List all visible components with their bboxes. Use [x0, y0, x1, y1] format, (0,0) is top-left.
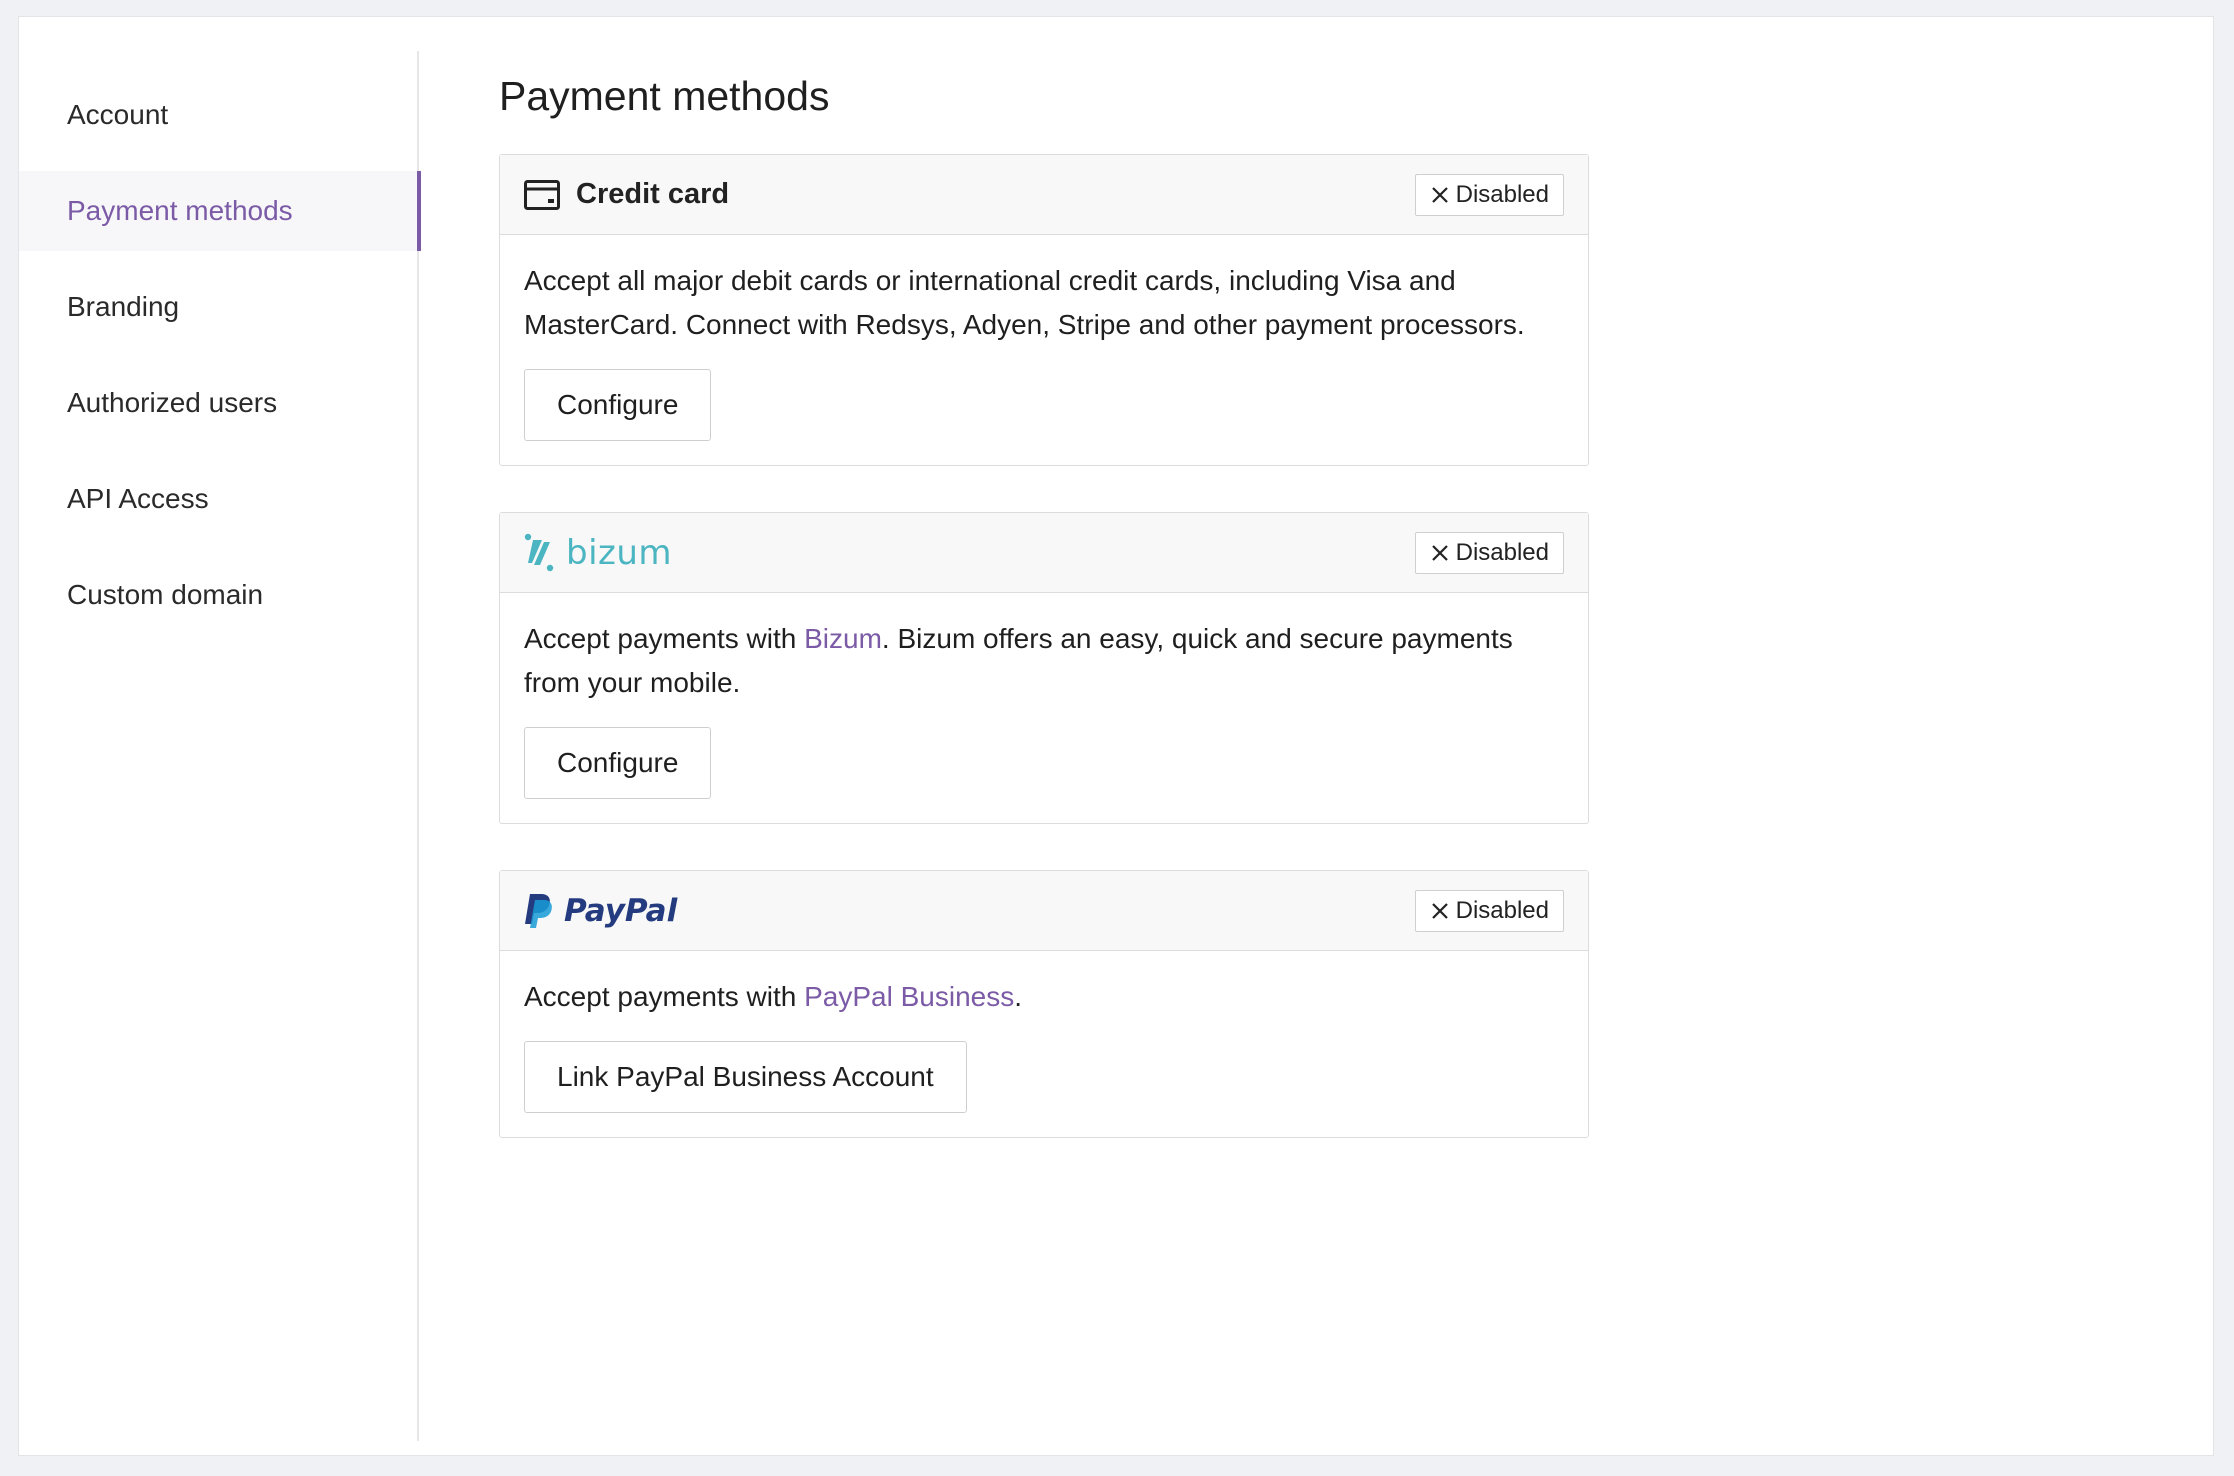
paypal-business-link[interactable]: PayPal Business — [804, 981, 1014, 1012]
bizum-card: bizum Disabled Accept payments with Bizu… — [499, 512, 1589, 824]
sidebar-item-api-access[interactable]: API Access — [19, 459, 419, 539]
sidebar-item-payment-methods[interactable]: Payment methods — [19, 171, 421, 251]
sidebar-nav: Account Payment methods Branding Authori… — [19, 51, 421, 1441]
card-description: Accept payments with Bizum. Bizum offers… — [524, 617, 1564, 705]
status-text: Disabled — [1455, 539, 1549, 566]
bizum-link[interactable]: Bizum — [804, 623, 882, 654]
sidebar-item-label: Account — [67, 99, 169, 130]
card-title: Credit card — [524, 155, 729, 234]
close-icon — [1430, 543, 1450, 563]
card-description: Accept payments with PayPal Business. — [524, 975, 1564, 1019]
sidebar-item-label: Custom domain — [67, 579, 264, 610]
credit-card-icon — [524, 179, 560, 210]
sidebar-item-label: Payment methods — [67, 195, 293, 226]
card-header: bizum Disabled — [500, 513, 1588, 593]
sidebar-item-branding[interactable]: Branding — [19, 267, 419, 347]
sidebar-item-authorized-users[interactable]: Authorized users — [19, 363, 419, 443]
desc-text: Accept payments with — [524, 623, 805, 654]
paypal-wordmark: PayPal — [564, 892, 678, 929]
card-header: Credit card Disabled — [500, 155, 1588, 235]
card-body: Accept payments with PayPal Business. Li… — [500, 951, 1588, 1137]
desc-text: Accept payments with — [524, 981, 805, 1012]
card-body: Accept all major debit cards or internat… — [500, 235, 1588, 465]
close-icon — [1430, 185, 1450, 205]
card-header: PayPal Disabled — [500, 871, 1588, 951]
card-title-text: Credit card — [576, 178, 730, 210]
bizum-wordmark: bizum — [566, 532, 673, 573]
settings-panel: Account Payment methods Branding Authori… — [18, 16, 2214, 1456]
page-title: Payment methods — [499, 73, 830, 119]
paypal-card: PayPal Disabled Accept payments with Pay… — [499, 870, 1589, 1138]
configure-credit-card-button[interactable]: Configure — [524, 369, 712, 441]
paypal-logo: PayPal — [524, 892, 677, 930]
bizum-logo: bizum — [524, 533, 672, 573]
status-badge: Disabled — [1414, 532, 1564, 574]
configure-bizum-button[interactable]: Configure — [524, 727, 712, 799]
desc-text: . — [1014, 981, 1023, 1012]
sidebar-item-label: API Access — [67, 483, 209, 514]
sidebar-item-account[interactable]: Account — [19, 75, 419, 155]
close-icon — [1430, 901, 1450, 921]
sidebar-item-custom-domain[interactable]: Custom domain — [19, 555, 419, 635]
card-body: Accept payments with Bizum. Bizum offers… — [500, 593, 1588, 823]
sidebar-item-label: Authorized users — [67, 387, 278, 418]
status-badge: Disabled — [1414, 174, 1564, 216]
card-title: PayPal — [524, 871, 677, 950]
status-text: Disabled — [1455, 897, 1549, 924]
card-title: bizum — [524, 513, 672, 592]
card-description: Accept all major debit cards or internat… — [524, 265, 1525, 340]
link-paypal-business-account-button[interactable]: Link PayPal Business Account — [524, 1041, 967, 1113]
status-badge: Disabled — [1414, 890, 1564, 932]
sidebar-item-label: Branding — [67, 291, 180, 322]
credit-card-card: Credit card Disabled Accept all major de… — [499, 154, 1589, 466]
status-text: Disabled — [1455, 181, 1549, 208]
